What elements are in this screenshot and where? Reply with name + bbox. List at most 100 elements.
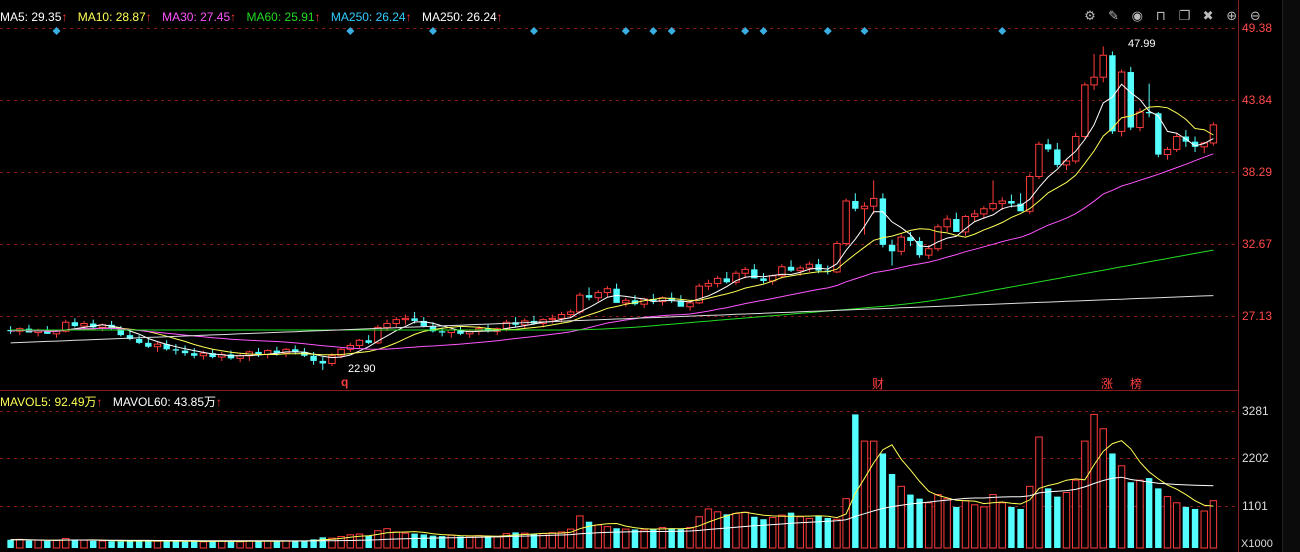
candle-body (566, 311, 575, 315)
volume-bar (191, 541, 198, 548)
candle-body (998, 200, 1006, 205)
volume-bar (1109, 453, 1116, 548)
volume-bar (658, 526, 667, 549)
volume-bar (1081, 440, 1089, 549)
candle-body (1081, 84, 1089, 138)
volume-bar (1172, 502, 1181, 549)
lock-icon[interactable]: ⊓ (1151, 8, 1171, 24)
candle-body (1035, 143, 1043, 177)
candle-body (411, 318, 418, 321)
high-price-mark: 47.99 (1128, 38, 1156, 50)
volume-bar (695, 516, 703, 549)
volume-bar (301, 540, 308, 548)
volume-bar (613, 528, 620, 548)
volume-bar (852, 414, 859, 548)
volume-bar (970, 504, 979, 549)
y-tick: 38.29 (1242, 165, 1273, 179)
right-side-panel[interactable] (1282, 0, 1300, 552)
y-tick: 43.84 (1242, 93, 1273, 107)
gear-icon[interactable]: ⚙ (1080, 8, 1100, 24)
volume-bar (833, 518, 841, 549)
candle-body (392, 319, 400, 325)
eye-icon[interactable]: ◉ (1127, 8, 1147, 24)
event-bang[interactable]: 榜 (1130, 375, 1142, 392)
vol-tick: 1101 (1242, 499, 1268, 513)
volume-bar (897, 485, 905, 549)
volume-bar (677, 529, 685, 548)
volume-bar (411, 533, 418, 548)
volume-bar (796, 516, 804, 549)
candle-body (191, 353, 198, 356)
candle-body (704, 283, 713, 287)
volume-bar (34, 539, 42, 549)
candle-body (199, 352, 208, 357)
candle-body (1099, 54, 1107, 78)
price-axis-line (1238, 0, 1239, 552)
signal-diamond (529, 27, 538, 35)
y-tick: 49.38 (1242, 21, 1273, 35)
volume-bar (925, 502, 933, 549)
vol-unit: X1000 (1241, 538, 1273, 550)
volume-bar (1062, 492, 1071, 549)
volume-bar (1155, 488, 1162, 548)
ma10-legend: MA10: 28.87↑ (77, 10, 152, 24)
candle-body (80, 323, 88, 327)
volume-bar (71, 539, 79, 548)
volume-bar (447, 534, 456, 549)
candle-body (1054, 149, 1061, 165)
candle-body (860, 205, 869, 210)
vol-legend: MAVOL5: 92.49万↑ MAVOL60: 43.85万↑ (0, 393, 229, 409)
ma5-legend: MA5: 29.35↑ (0, 10, 68, 24)
candle-body (741, 268, 749, 274)
volume-bar (1071, 479, 1080, 549)
volume-bar (457, 536, 464, 548)
volume-bar (484, 536, 492, 548)
event-zhang[interactable]: 涨 (1101, 375, 1113, 392)
volume-bar (869, 440, 878, 549)
event-cai[interactable]: 财 (872, 375, 884, 392)
volume-bar (1209, 500, 1218, 549)
pen-icon[interactable]: ✎ (1104, 8, 1124, 24)
candle-body (1044, 144, 1052, 150)
ma60-legend: MA60: 25.91↑ (246, 10, 321, 24)
volume-bar (998, 502, 1006, 549)
volume-bar (1090, 413, 1098, 549)
volume-bar (751, 516, 758, 548)
volume-bar (1200, 510, 1208, 549)
volume-bar (1044, 488, 1052, 548)
volume-bar (255, 541, 262, 548)
candle-body (1172, 136, 1181, 150)
volume-bar (879, 453, 887, 548)
candle-body (383, 323, 391, 328)
volume-bar (52, 539, 61, 549)
candle-body (888, 244, 896, 252)
volume-bar (557, 531, 566, 549)
volume-bar (1191, 508, 1199, 548)
event-q[interactable]: q (341, 375, 348, 389)
volume-bar (108, 541, 115, 548)
volume-bar (723, 514, 730, 548)
candle-body (815, 264, 822, 271)
candle-body (346, 344, 355, 350)
ma10-line (10, 105, 1214, 356)
delete-icon[interactable]: ✖ (1198, 8, 1218, 24)
candle-body (557, 313, 566, 319)
copy-icon[interactable]: ❐ (1175, 8, 1195, 24)
volume-bar (273, 541, 281, 548)
volume-bar (778, 514, 786, 549)
candle-body (943, 218, 951, 228)
y-tick: 32.67 (1242, 237, 1273, 251)
candle-body (585, 295, 593, 298)
ma60-line (10, 249, 1214, 331)
volume-bar (263, 540, 272, 549)
volume-bar (245, 540, 254, 549)
kline-chart[interactable] (0, 0, 1300, 552)
candle-body (355, 339, 364, 346)
volume-bar (420, 534, 427, 548)
volume-bar (44, 541, 51, 548)
volume-bar (787, 512, 795, 548)
volume-bar (493, 536, 501, 549)
volume-bar (768, 517, 777, 549)
candle-body (1008, 201, 1015, 204)
signal-diamond (759, 27, 768, 35)
